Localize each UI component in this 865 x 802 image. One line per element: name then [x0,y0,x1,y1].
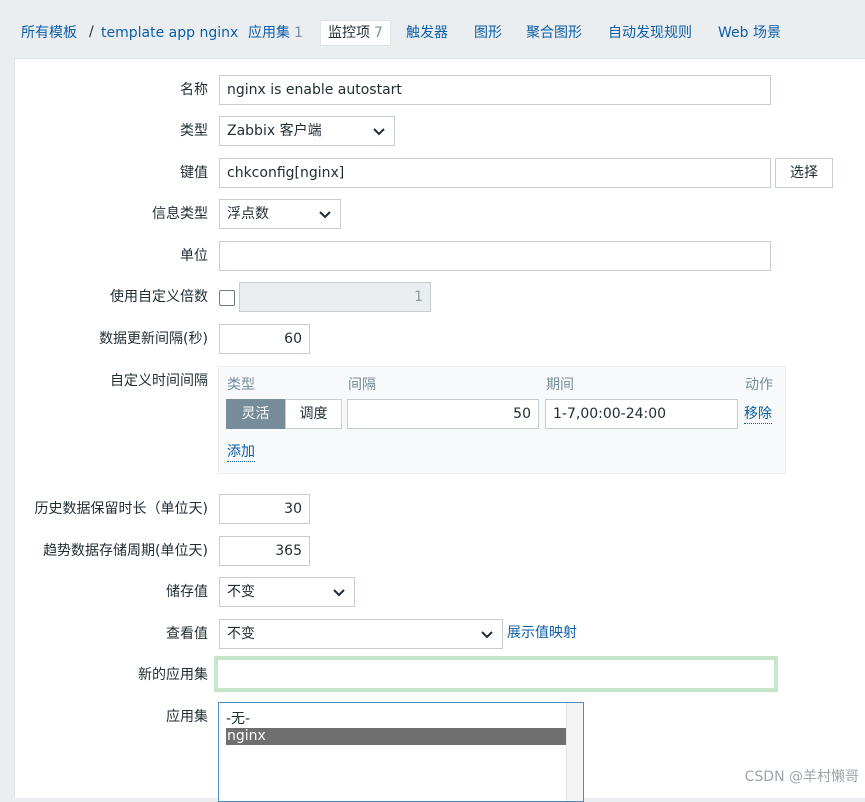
show-value-select-value: 不变 [227,626,255,642]
scheduling-segment-button[interactable]: 调度 [285,399,342,429]
applications-scrollbar[interactable] [566,703,583,801]
show-value-mappings-link[interactable]: 展示值映射 [507,624,577,642]
custom-intervals-header-action: 动作 [745,377,773,393]
applications-option-nginx[interactable]: nginx [226,728,566,745]
history-input[interactable]: 30 [219,494,310,524]
chevron-down-icon [481,631,493,639]
new-application-label: 新的应用集 [138,667,208,683]
info-type-label: 信息类型 [152,206,208,222]
breadcrumb-nav: 所有模板 / template app nginx 应用集 1 监控项 7 触发器 … [0,10,865,54]
store-value-select[interactable]: 不变 [219,577,355,607]
store-value-label: 储存值 [166,584,208,600]
tab-applications[interactable]: 应用集 1 [248,24,303,42]
tab-screens[interactable]: 聚合图形 [526,24,582,42]
tab-applications-label: 应用集 [248,25,290,41]
units-input[interactable] [219,241,771,271]
remove-interval-link[interactable]: 移除 [744,405,772,424]
new-application-input[interactable] [214,656,778,692]
name-input[interactable]: nginx is enable autostart [219,75,771,105]
type-select[interactable]: Zabbix 客户端 [219,116,395,146]
breadcrumb-template-name[interactable]: template app nginx [101,24,238,42]
type-label: 类型 [180,123,208,139]
info-type-select-value: 浮点数 [227,206,269,222]
custom-period-input[interactable]: 1-7,00:00-24:00 [545,399,738,429]
info-type-select[interactable]: 浮点数 [219,199,341,229]
chevron-down-icon [319,211,331,219]
name-label: 名称 [180,82,208,98]
custom-intervals-header-period: 期间 [546,377,574,393]
tab-items-count: 7 [374,25,383,41]
multiplier-input: 1 [239,282,431,312]
trends-input[interactable]: 365 [219,536,310,566]
show-value-label: 查看值 [166,626,208,642]
tab-items[interactable]: 监控项 7 [320,20,391,46]
key-label: 键值 [180,165,208,181]
tab-triggers[interactable]: 触发器 [406,24,448,42]
breadcrumb-separator: / [89,24,94,40]
tab-graphs[interactable]: 图形 [474,24,502,42]
tab-discovery-rules[interactable]: 自动发现规则 [608,24,692,42]
add-interval-link[interactable]: 添加 [227,443,255,462]
chevron-down-icon [373,128,385,136]
custom-interval-input[interactable]: 50 [347,399,539,429]
custom-multiplier-checkbox[interactable] [219,290,235,306]
store-value-select-value: 不变 [227,584,255,600]
tab-items-label: 监控项 [328,25,370,41]
key-input[interactable]: chkconfig[nginx] [219,158,771,188]
custom-intervals-header-type: 类型 [227,377,255,393]
flexible-segment-button[interactable]: 灵活 [226,399,285,429]
applications-option-none[interactable]: -无- [226,711,250,728]
chevron-down-icon [333,589,345,597]
update-interval-label: 数据更新间隔(秒) [99,331,208,347]
applications-label: 应用集 [166,709,208,725]
type-select-value: Zabbix 客户端 [227,123,322,139]
show-value-select[interactable]: 不变 [219,619,503,649]
tab-applications-count: 1 [294,25,303,41]
update-interval-input[interactable]: 60 [219,324,310,354]
custom-multiplier-label: 使用自定义倍数 [110,289,208,305]
tab-web-scenarios[interactable]: Web 场景 [718,24,781,42]
units-label: 单位 [180,248,208,264]
custom-intervals-label: 自定义时间间隔 [110,373,208,389]
watermark: CSDN @羊村懒哥 [744,769,859,785]
select-key-button[interactable]: 选择 [775,158,833,188]
applications-listbox[interactable]: -无- nginx [218,702,584,802]
breadcrumb-all-templates[interactable]: 所有模板 [21,24,77,42]
history-label: 历史数据保留时长（单位天) [34,501,208,517]
custom-intervals-header-interval: 间隔 [348,377,376,393]
trends-label: 趋势数据存储周期(单位天) [43,543,208,559]
